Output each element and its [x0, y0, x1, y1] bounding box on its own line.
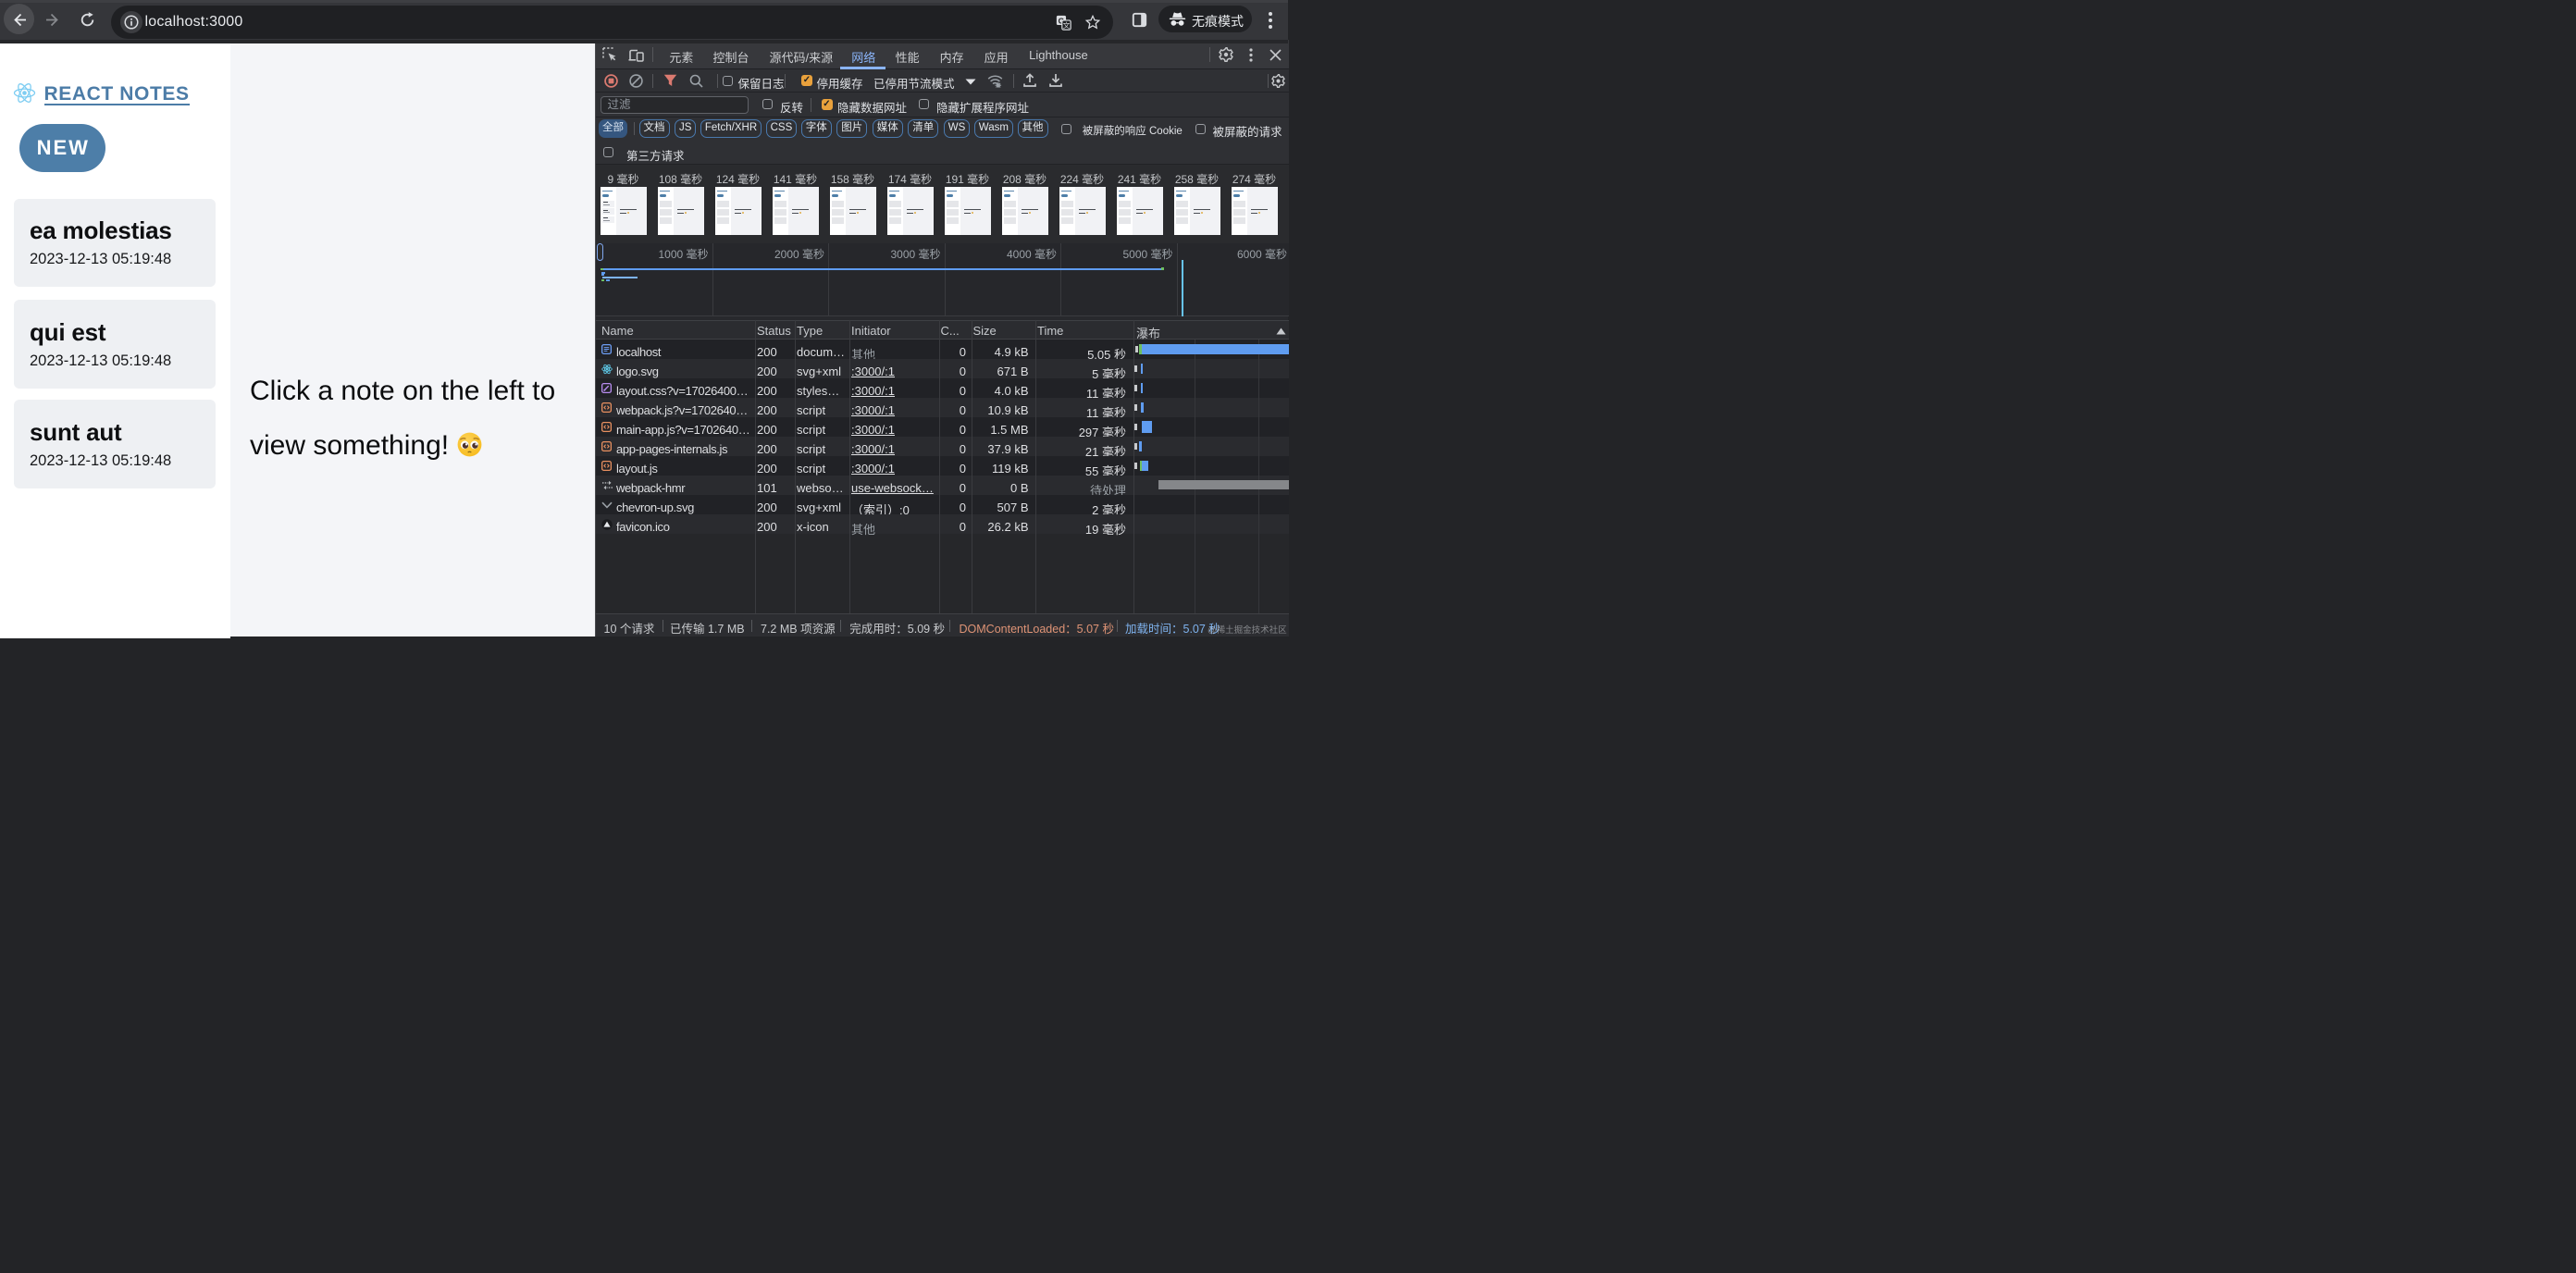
- svg-text:文: 文: [1062, 20, 1070, 30]
